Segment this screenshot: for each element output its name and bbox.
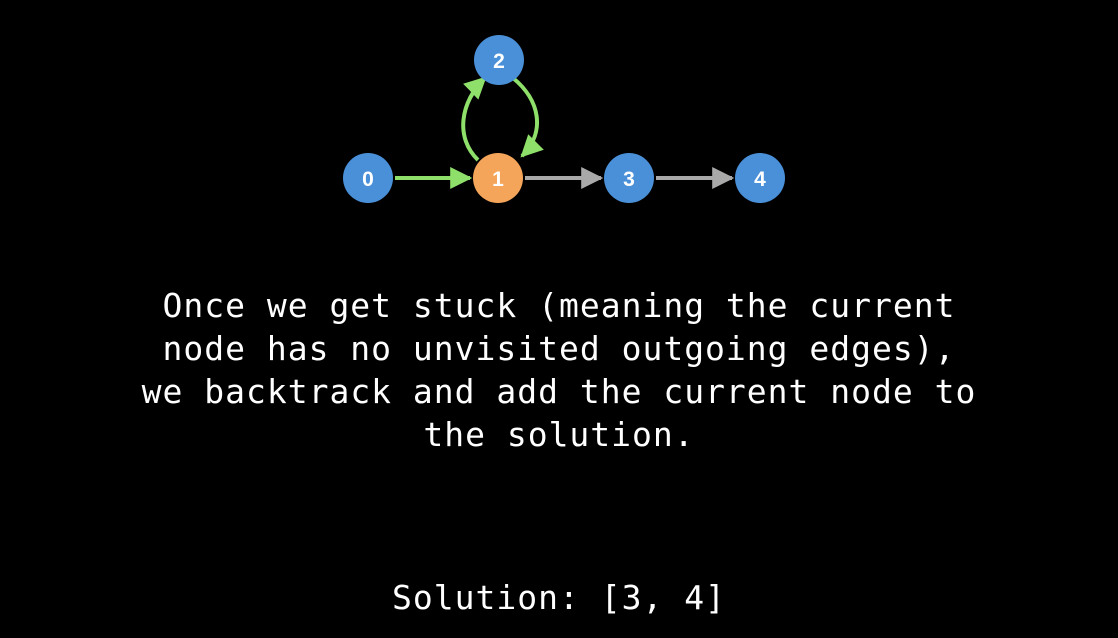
explanation-line-4: the solution.	[423, 415, 695, 454]
node-0: 0	[343, 153, 393, 203]
explanation-line-2: node has no unvisited outgoing edges),	[162, 329, 956, 368]
node-1: 1	[473, 153, 523, 203]
edge-1-to-2	[461, 76, 487, 162]
node-4: 4	[735, 153, 785, 203]
solution-text: Solution: [3, 4]	[392, 578, 726, 617]
node-1-label: 1	[492, 168, 504, 191]
explanation-line-1: Once we get stuck (meaning the current	[162, 286, 956, 325]
edge-2-to-1	[511, 76, 544, 158]
node-3: 3	[604, 153, 654, 203]
graph-diagram: 0 1 2 3 4	[343, 35, 785, 203]
node-4-label: 4	[754, 168, 766, 191]
node-0-label: 0	[362, 168, 374, 191]
node-2: 2	[474, 35, 524, 85]
explanation-line-3: we backtrack and add the current node to	[141, 372, 977, 411]
node-3-label: 3	[623, 168, 635, 191]
node-2-label: 2	[493, 50, 505, 73]
explanation-text: Once we get stuck (meaning the current n…	[0, 284, 1118, 456]
